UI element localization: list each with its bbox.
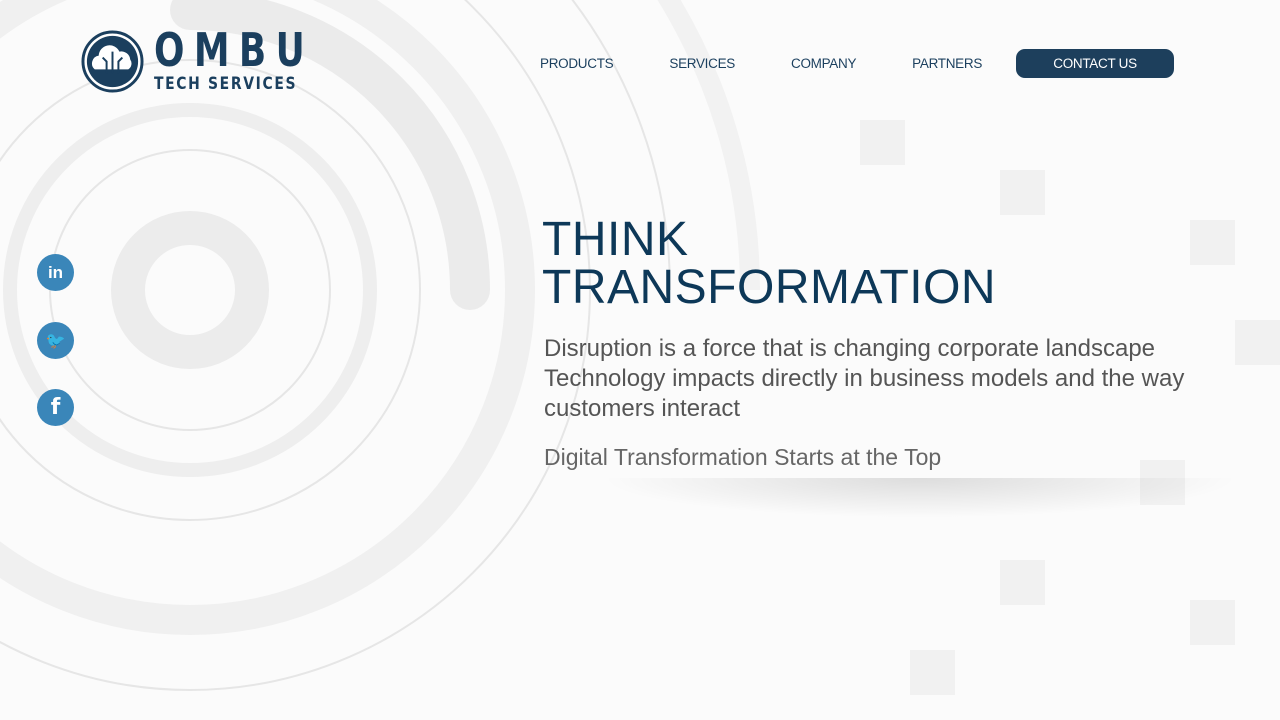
- hero-description: Disruption is a force that is changing c…: [544, 334, 1184, 424]
- nav-partners[interactable]: PARTNERS: [912, 56, 982, 71]
- main-nav: PRODUCTS SERVICES COMPANY PARTNERS CONTA…: [540, 49, 1175, 78]
- hero-description-line1: Disruption is a force that is changing c…: [544, 335, 1156, 362]
- hero: THINK TRANSFORMATION Disruption is a for…: [542, 216, 1184, 471]
- contact-us-button[interactable]: CONTACT US: [1016, 49, 1175, 78]
- linkedin-icon[interactable]: in: [37, 254, 74, 291]
- hero-description-line2: Technology impacts directly in business …: [544, 365, 1185, 392]
- hero-title-line1: THINK: [542, 213, 689, 266]
- hero-tagline: Digital Transformation Starts at the Top: [544, 444, 942, 470]
- nav-company[interactable]: COMPANY: [791, 56, 856, 71]
- nav-services[interactable]: SERVICES: [669, 56, 735, 71]
- hero-title: THINK TRANSFORMATION: [542, 216, 1184, 312]
- cloud-logo-icon: [81, 29, 144, 93]
- brand-tagline: TECH SERVICES: [154, 74, 298, 94]
- twitter-icon[interactable]: 🐦: [37, 322, 74, 359]
- brand-name: OMBU: [154, 23, 315, 77]
- nav-products[interactable]: PRODUCTS: [540, 56, 614, 71]
- hero-description-line3: customers interact: [544, 395, 741, 422]
- hero-title-line2: TRANSFORMATION: [542, 261, 997, 314]
- logo[interactable]: OMBU TECH SERVICES: [81, 23, 359, 94]
- hero-shadow: [600, 478, 1240, 518]
- facebook-icon[interactable]: f: [37, 389, 74, 426]
